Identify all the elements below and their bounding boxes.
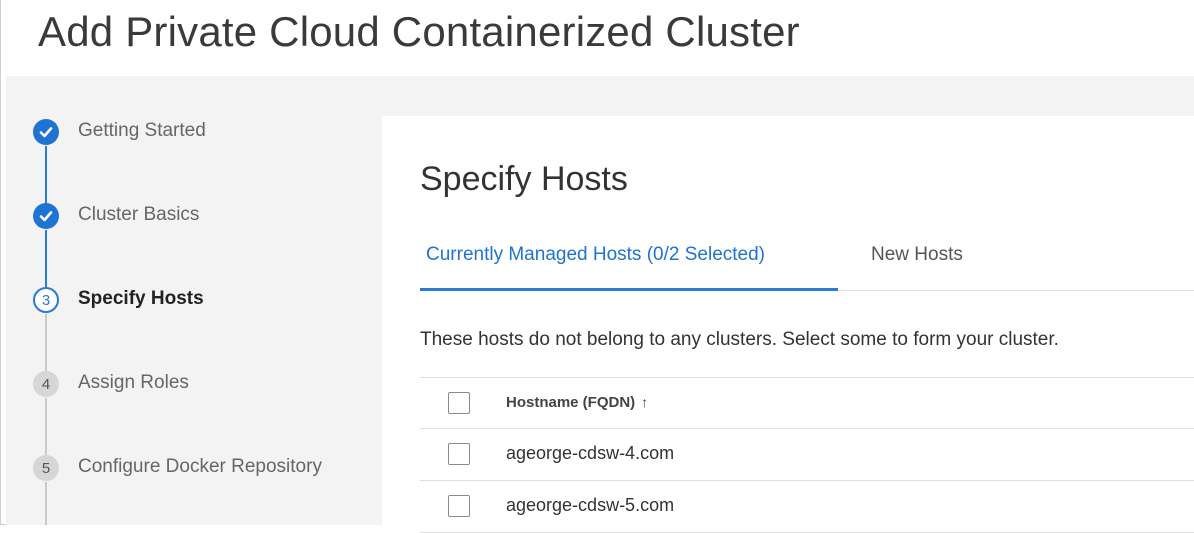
sort-ascending-icon: ↑ xyxy=(641,394,649,410)
table-row[interactable]: ageorge-cdsw-4.com xyxy=(420,429,1194,481)
step-label: Getting Started xyxy=(78,120,206,141)
step-connector xyxy=(45,314,47,374)
step-number: 3 xyxy=(33,287,59,313)
step-number: 4 xyxy=(33,371,59,397)
tab-new-hosts[interactable]: New Hosts xyxy=(871,244,963,266)
step-connector xyxy=(45,398,47,458)
step-number: 5 xyxy=(33,455,59,481)
table-header-row: Hostname (FQDN) ↑ xyxy=(420,377,1194,429)
step-connector xyxy=(45,482,47,525)
hostname-cell: ageorge-cdsw-5.com xyxy=(506,495,675,515)
tab-currently-managed-hosts[interactable]: Currently Managed Hosts (0/2 Selected) xyxy=(426,244,765,266)
checkmark-icon xyxy=(33,203,59,229)
step-connector xyxy=(45,230,47,290)
checkmark-icon xyxy=(33,119,59,145)
row-checkbox[interactable] xyxy=(448,495,470,517)
column-header-hostname[interactable]: Hostname (FQDN) ↑ xyxy=(506,394,648,411)
row-checkbox[interactable] xyxy=(448,443,470,465)
step-label: Assign Roles xyxy=(78,372,189,393)
select-all-checkbox[interactable] xyxy=(448,392,470,414)
step-label: Cluster Basics xyxy=(78,204,200,225)
section-title: Specify Hosts xyxy=(420,160,628,198)
step-label: Specify Hosts xyxy=(78,288,204,309)
step-label: Configure Docker Repository xyxy=(78,456,322,477)
table-row[interactable]: ageorge-cdsw-5.com xyxy=(420,481,1194,533)
step-connector xyxy=(45,146,47,206)
active-tab-indicator xyxy=(420,288,838,291)
hostname-cell: ageorge-cdsw-4.com xyxy=(506,443,675,463)
page-title: Add Private Cloud Containerized Cluster xyxy=(38,8,800,55)
hosts-description: These hosts do not belong to any cluster… xyxy=(420,329,1059,350)
column-header-label: Hostname (FQDN) xyxy=(506,394,636,411)
